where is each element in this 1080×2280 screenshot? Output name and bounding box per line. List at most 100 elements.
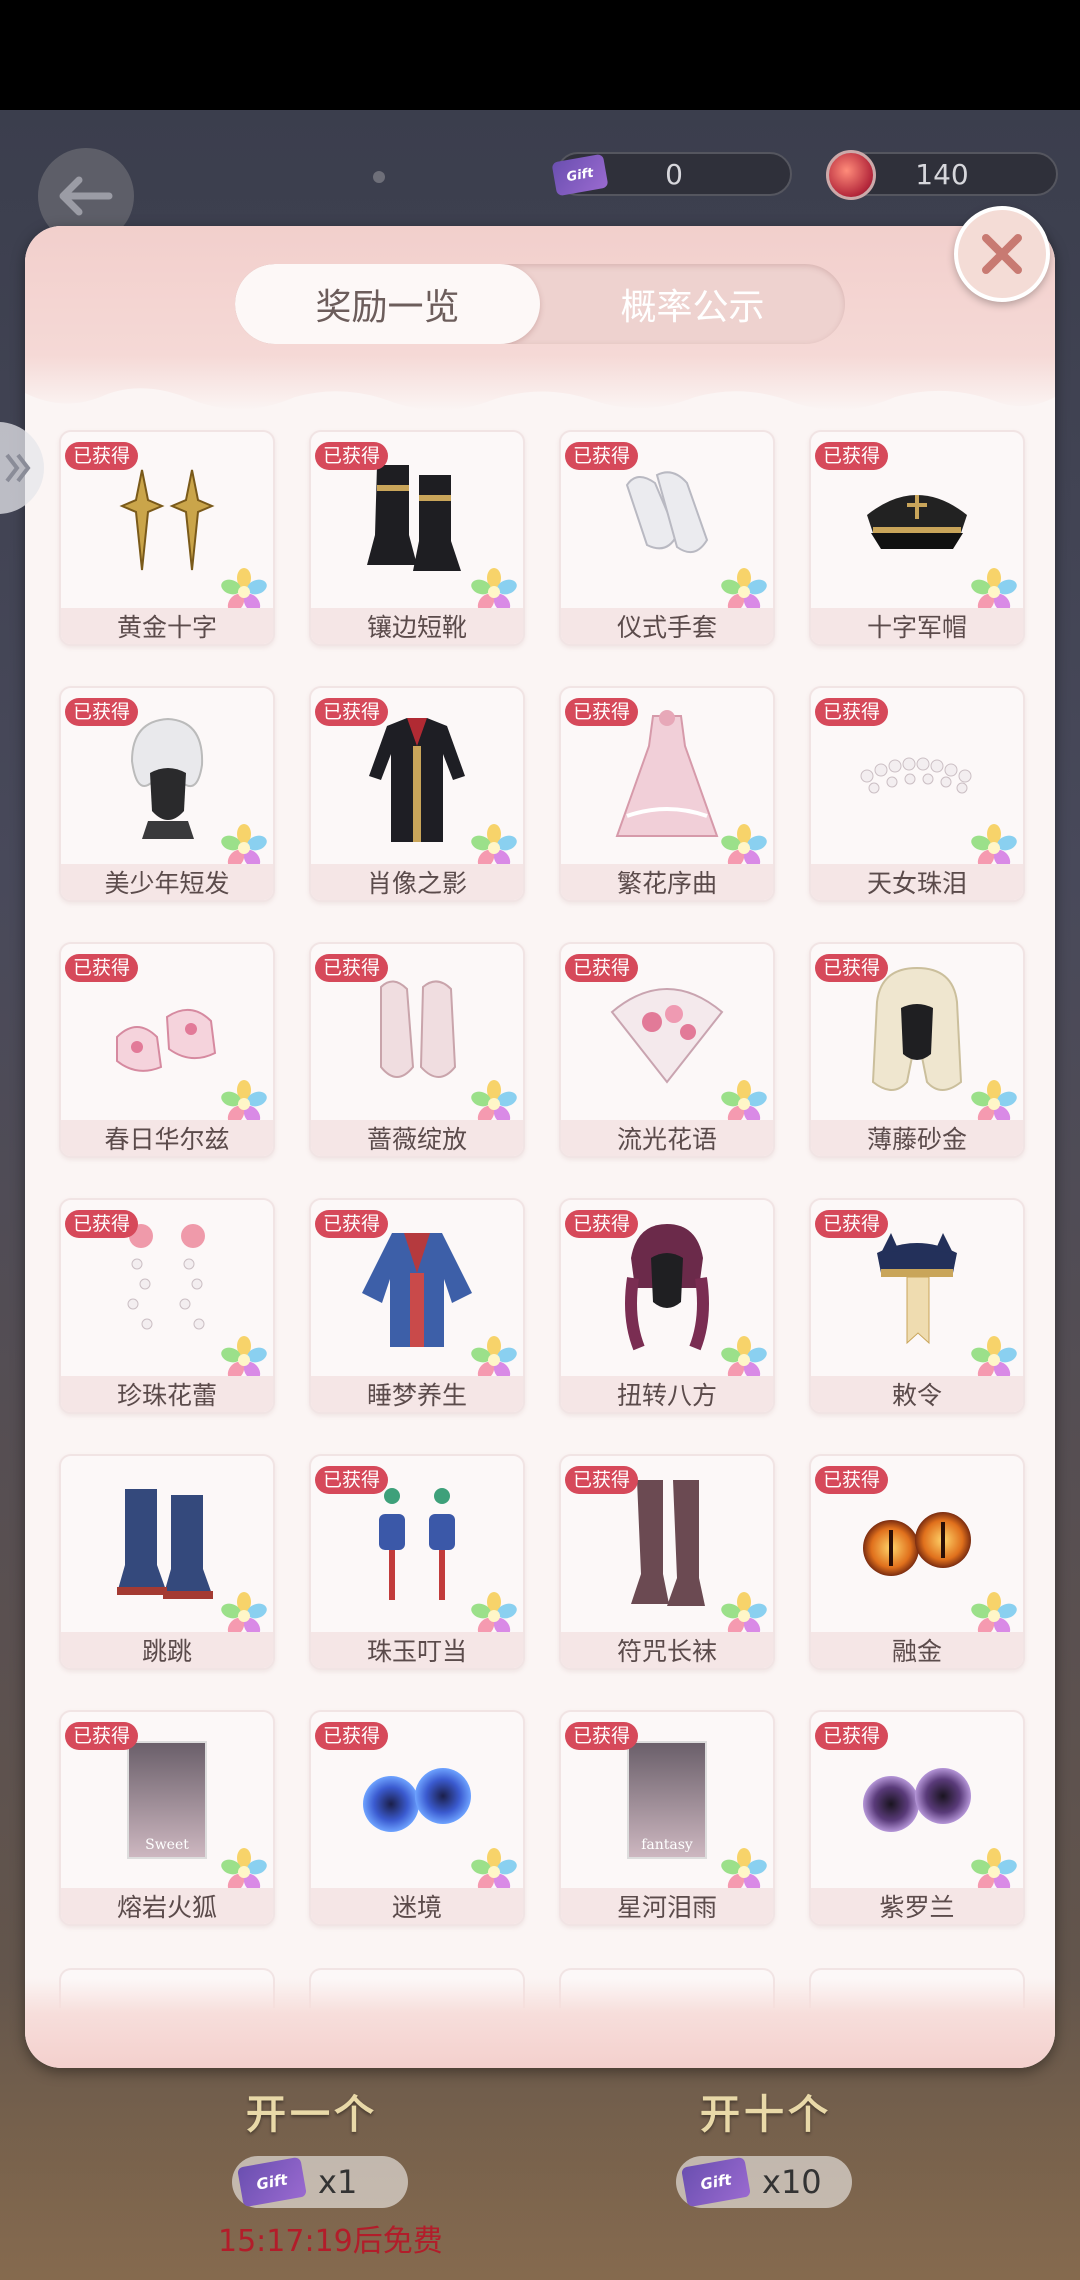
reward-card[interactable]: 已获得蔷薇绽放 <box>309 942 525 1158</box>
obtained-badge: 已获得 <box>565 1210 639 1238</box>
reward-name: 仪式手套 <box>561 608 773 644</box>
obtained-badge: 已获得 <box>65 954 139 982</box>
reward-card[interactable]: 已获得迷境 <box>309 1710 525 1926</box>
cost-ten-text: x10 <box>762 2163 822 2201</box>
reward-name: 美少年短发 <box>61 864 273 900</box>
modal-footer-decoration <box>25 1978 1055 2068</box>
reward-card[interactable]: 已获得黄金十字 <box>59 430 275 646</box>
makeup-card-text: fantasy <box>641 1837 693 1853</box>
gem-currency[interactable]: 140 <box>826 150 1058 200</box>
draw-controls: 开一个 开十个 Gift x1 Gift x10 15:17:19后免费 <box>0 2068 1080 2280</box>
reward-card[interactable]: 已获得扭转八方 <box>559 1198 775 1414</box>
reward-name: 十字军帽 <box>811 608 1023 644</box>
obtained-badge: 已获得 <box>815 954 889 982</box>
reward-card[interactable]: 已获得 春日华尔兹 <box>59 942 275 1158</box>
reward-card[interactable]: 已获得肖像之影 <box>309 686 525 902</box>
ticket-count: 0 <box>665 157 683 191</box>
reward-card[interactable]: 已获得镶边短靴 <box>309 430 525 646</box>
obtained-badge: 已获得 <box>815 698 889 726</box>
draw-one-cost: Gift x1 <box>232 2156 408 2208</box>
reward-card[interactable]: 已获得紫罗兰 <box>809 1710 1025 1926</box>
gift-ticket-icon: Gift <box>551 153 609 197</box>
reward-name: 蔷薇绽放 <box>311 1120 523 1156</box>
reward-name: 紫罗兰 <box>811 1888 1023 1924</box>
reward-card[interactable]: 已获得睡梦养生 <box>309 1198 525 1414</box>
obtained-badge: 已获得 <box>565 1722 639 1750</box>
reward-card[interactable]: 已获得融金 <box>809 1454 1025 1670</box>
tab-probability[interactable]: 概率公示 <box>540 264 845 344</box>
obtained-badge: 已获得 <box>565 442 639 470</box>
reward-name: 熔岩火狐 <box>61 1888 273 1924</box>
reward-name: 敕令 <box>811 1376 1023 1412</box>
reward-card[interactable]: 已获得敕令 <box>809 1198 1025 1414</box>
obtained-badge: 已获得 <box>815 1210 889 1238</box>
obtained-badge: 已获得 <box>315 442 389 470</box>
draw-ten-button[interactable]: 开十个 <box>700 2082 832 2140</box>
reward-card[interactable]: 已获得珠玉叮当 <box>309 1454 525 1670</box>
reward-card[interactable]: 已获得符咒长袜 <box>559 1454 775 1670</box>
obtained-badge: 已获得 <box>565 1466 639 1494</box>
reward-card[interactable]: 已获得仪式手套 <box>559 430 775 646</box>
obtained-badge: 已获得 <box>815 442 889 470</box>
close-icon <box>982 234 1022 274</box>
reward-name: 珠玉叮当 <box>311 1632 523 1668</box>
obtained-badge: 已获得 <box>815 1466 889 1494</box>
ticket-currency[interactable]: Gift 0 <box>551 152 792 197</box>
draw-one-button[interactable]: 开一个 <box>246 2082 378 2140</box>
reward-card[interactable]: 已获得美少年短发 <box>59 686 275 902</box>
reward-card[interactable]: 已获得流光花语 <box>559 942 775 1158</box>
tab-bar: 奖励一览 概率公示 <box>235 264 845 344</box>
reward-card[interactable]: 已获得天女珠泪 <box>809 686 1025 902</box>
reward-card[interactable]: fantasy 已获得星河泪雨 <box>559 1710 775 1926</box>
reward-grid: 已获得 黄金十字 已获得 镶边短靴 已获得 仪式手套 已获得 十字军帽 已获得 美少年短发 已获得肖… <box>59 430 1029 1926</box>
gem-icon <box>826 150 876 200</box>
obtained-badge: 已获得 <box>565 698 639 726</box>
reward-name: 星河泪雨 <box>561 1888 773 1924</box>
makeup-card-text: Sweet <box>145 1837 189 1853</box>
reward-card[interactable]: 已获得十字军帽 <box>809 430 1025 646</box>
close-button[interactable] <box>954 206 1050 302</box>
status-bar <box>0 0 1080 110</box>
free-draw-timer: 15:17:19后免费 <box>218 2224 443 2259</box>
reward-name: 流光花语 <box>561 1120 773 1156</box>
reward-card[interactable]: 已获得繁花序曲 <box>559 686 775 902</box>
reward-name: 繁花序曲 <box>561 864 773 900</box>
obtained-badge: 已获得 <box>65 1210 139 1238</box>
gem-count: 140 <box>915 157 969 191</box>
gift-ticket-icon: Gift <box>681 2156 751 2208</box>
obtained-badge: 已获得 <box>565 954 639 982</box>
reward-name: 肖像之影 <box>311 864 523 900</box>
obtained-badge: 已获得 <box>315 698 389 726</box>
reward-name: 扭转八方 <box>561 1376 773 1412</box>
reward-name: 睡梦养生 <box>311 1376 523 1412</box>
cost-one-text: x1 <box>318 2163 358 2201</box>
reward-name: 镶边短靴 <box>311 608 523 644</box>
reward-name: 跳跳 <box>61 1632 273 1668</box>
reward-name: 黄金十字 <box>61 608 273 644</box>
reward-name: 薄藤砂金 <box>811 1120 1023 1156</box>
reward-name: 天女珠泪 <box>811 864 1023 900</box>
reward-card[interactable]: 已获得珍珠花蕾 <box>59 1198 275 1414</box>
obtained-badge: 已获得 <box>65 442 139 470</box>
arrow-left-icon <box>59 176 113 216</box>
obtained-badge: 已获得 <box>65 1722 139 1750</box>
obtained-badge: 已获得 <box>815 1722 889 1750</box>
reward-name: 融金 <box>811 1632 1023 1668</box>
tab-reward-list[interactable]: 奖励一览 <box>235 264 540 344</box>
reward-list-modal: 奖励一览 概率公示 已获得 黄金十字 已获得 镶边短靴 已获得 仪式手套 已获得 十字军帽 已获… <box>25 226 1055 2068</box>
reward-card[interactable]: Sweet 已获得熔岩火狐 <box>59 1710 275 1926</box>
gift-ticket-icon: Gift <box>237 2156 307 2208</box>
obtained-badge: 已获得 <box>315 954 389 982</box>
reward-card[interactable]: 已获得薄藤砂金 <box>809 942 1025 1158</box>
obtained-badge: 已获得 <box>315 1722 389 1750</box>
obtained-badge: 已获得 <box>315 1210 389 1238</box>
obtained-badge: 已获得 <box>315 1466 389 1494</box>
reward-name: 珍珠花蕾 <box>61 1376 273 1412</box>
reward-name: 符咒长袜 <box>561 1632 773 1668</box>
reward-card[interactable]: 跳跳 <box>59 1454 275 1670</box>
double-chevron-right-icon <box>5 453 31 483</box>
draw-ten-cost: Gift x10 <box>676 2156 852 2208</box>
reward-name: 迷境 <box>311 1888 523 1924</box>
page-dot-indicator <box>373 171 385 183</box>
obtained-badge: 已获得 <box>65 698 139 726</box>
